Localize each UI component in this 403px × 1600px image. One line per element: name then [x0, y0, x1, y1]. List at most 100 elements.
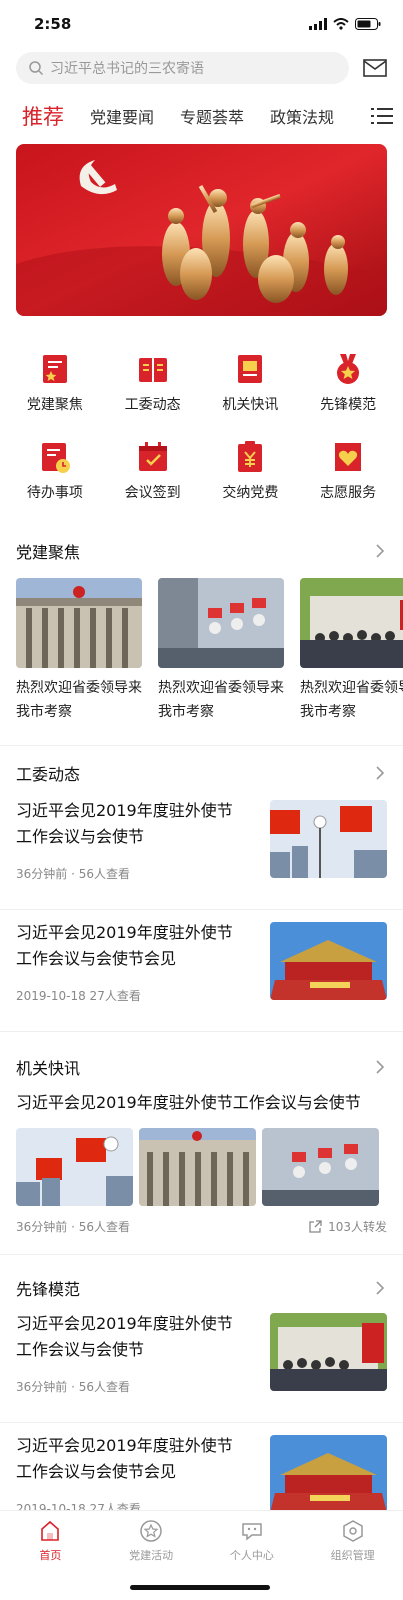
medal-icon — [337, 354, 360, 384]
news-title: 习近平会见2019年度驻外使节工作会议与会使节 — [16, 1314, 233, 1359]
tab-topics[interactable]: 专题荟萃 — [180, 104, 244, 128]
tab-home[interactable]: 首页 — [0, 1519, 101, 1567]
tab-policies[interactable]: 政策法规 — [270, 104, 334, 128]
grid-item-book[interactable]: 工委动态 — [104, 352, 202, 414]
section-title: 工委动态 — [16, 765, 81, 784]
section-express: 机关快讯 习近平会见2019年度驻外使节工作会议与会使节 36分钟前 · 56人… — [0, 1052, 403, 1235]
focus-carousel[interactable]: 热烈欢迎省委领导来我市考察 热烈欢迎省委领导来我市考察 热烈欢迎省委领导来我市考… — [0, 578, 403, 724]
share-count: 103人转发 — [328, 1220, 387, 1234]
card-image — [158, 578, 284, 668]
status-icons — [309, 18, 381, 30]
category-tabs: 推荐 党建要闻 专题荟萃 政策法规 — [0, 88, 403, 144]
heart-flag-icon — [335, 443, 362, 471]
news-item[interactable]: 习近平会见2019年度驻外使节工作会议与会使节会见 2019-10-18 27人… — [0, 920, 403, 1032]
section-pioneer: 先锋模范 习近平会见2019年度驻外使节工作会议与会使节 36分钟前 · 56人… — [0, 1273, 403, 1545]
tab-label: 个人中心 — [229, 1549, 274, 1562]
news-item[interactable]: 习近平会见2019年度驻外使节工作会议与会使节 36分钟前 · 56人查看 — [0, 1311, 403, 1423]
banner-image — [16, 144, 387, 316]
news-icon — [238, 355, 263, 383]
card-image — [300, 578, 403, 668]
tab-personal-center[interactable]: 个人中心 — [202, 1519, 303, 1567]
yuan-icon — [238, 441, 263, 472]
section-title: 党建聚焦 — [16, 543, 81, 562]
grid-item-label: 交纳党费 — [222, 485, 279, 501]
news-meta-row: 36分钟前 · 56人查看 103人转发 — [0, 1218, 403, 1235]
grid-item-news[interactable]: 机关快讯 — [202, 352, 300, 414]
grid-item-medal[interactable]: 先锋模范 — [299, 352, 397, 414]
focus-card[interactable]: 热烈欢迎省委领导来我市考察 — [158, 578, 284, 724]
news-thumbnail — [270, 1435, 387, 1513]
home-indicator — [130, 1585, 270, 1590]
news-image-row — [0, 1128, 403, 1206]
news-item[interactable]: 习近平会见2019年度驻外使节工作会议与会使节 36分钟前 · 56人查看 — [0, 798, 403, 910]
wifi-icon — [333, 18, 349, 30]
section-header-express[interactable]: 机关快讯 — [0, 1052, 403, 1082]
news-meta: 36分钟前 · 56人查看 — [16, 1380, 130, 1394]
hexagon-icon — [342, 1520, 363, 1542]
news-title: 习近平会见2019年度驻外使节工作会议与会使节会见 — [16, 1436, 233, 1481]
chevron-right-icon — [376, 1281, 385, 1295]
grid-item-yuan[interactable]: 交纳党费 — [202, 440, 300, 502]
tab-label: 党建活动 — [129, 1549, 174, 1562]
news-thumbnail — [270, 800, 387, 878]
news-meta: 36分钟前 · 56人查看 — [16, 867, 130, 881]
grid-item-document-star[interactable]: 党建聚焦 — [6, 352, 104, 414]
news-image — [139, 1128, 256, 1206]
chat-face-icon — [242, 1523, 262, 1541]
bottom-tab-bar: 首页 党建活动 个人中心 组织管理 — [0, 1510, 403, 1600]
share-button[interactable]: 103人转发 — [308, 1218, 387, 1235]
section-header-pioneer[interactable]: 先锋模范 — [0, 1273, 403, 1303]
section-title: 先锋模范 — [16, 1280, 81, 1299]
news-title: 习近平会见2019年度驻外使节工作会议与会使节会见 — [16, 923, 233, 968]
news-title: 习近平会见2019年度驻外使节工作会议与会使节 — [16, 1093, 361, 1112]
tab-recommend[interactable]: 推荐 — [22, 101, 64, 131]
section-header-dynamics[interactable]: 工委动态 — [0, 758, 403, 788]
signal-icon — [309, 18, 327, 30]
status-bar: 2:58 — [0, 0, 403, 48]
news-item-multi-image[interactable]: 习近平会见2019年度驻外使节工作会议与会使节 36分钟前 · 56人查看 10… — [0, 1090, 403, 1235]
status-time: 2:58 — [34, 15, 72, 33]
home-icon — [41, 1520, 60, 1541]
todo-icon — [41, 443, 70, 473]
tab-label: 组织管理 — [330, 1549, 375, 1562]
menu-icon[interactable] — [371, 107, 393, 125]
chevron-right-icon — [376, 766, 385, 780]
grid-item-label: 党建聚焦 — [26, 397, 83, 413]
grid-item-todo[interactable]: 待办事项 — [6, 440, 104, 502]
tab-org-management[interactable]: 组织管理 — [302, 1519, 403, 1567]
focus-card[interactable]: 热烈欢迎省委领导来我市考察 — [16, 578, 142, 724]
section-title: 机关快讯 — [16, 1059, 81, 1078]
card-caption: 热烈欢迎省委领导来我市考察 — [158, 680, 284, 720]
grid-item-label: 会议签到 — [124, 485, 181, 501]
news-meta: 36分钟前 · 56人查看 — [16, 1220, 130, 1234]
mail-icon[interactable] — [363, 59, 387, 77]
grid-item-heart-flag[interactable]: 志愿服务 — [299, 440, 397, 502]
news-image — [262, 1128, 379, 1206]
grid-item-label: 志愿服务 — [320, 485, 377, 501]
search-input[interactable]: 习近平总书记的三农寄语 — [16, 52, 349, 84]
news-thumbnail — [270, 922, 387, 1000]
news-thumbnail — [270, 1313, 387, 1391]
star-circle-icon — [140, 1520, 162, 1542]
hero-banner[interactable] — [16, 144, 387, 316]
section-header-focus[interactable]: 党建聚焦 — [0, 536, 403, 566]
share-icon — [309, 1219, 322, 1233]
card-caption: 热烈欢迎省委领导来我市考察 — [300, 680, 403, 720]
news-image — [16, 1128, 133, 1206]
section-dynamics: 工委动态 习近平会见2019年度驻外使节工作会议与会使节 36分钟前 · 56人… — [0, 758, 403, 1032]
search-icon — [29, 61, 44, 76]
section-focus: 党建聚焦 热烈欢迎省委领导来我市考察 热烈欢迎省委领导来我市考察 热烈欢迎省委领… — [0, 536, 403, 724]
tab-label: 首页 — [39, 1549, 62, 1562]
tab-party-activities[interactable]: 党建活动 — [101, 1519, 202, 1567]
grid-item-label: 先锋模范 — [320, 397, 377, 413]
focus-card[interactable]: 热烈欢迎省委领导来我市考察 — [300, 578, 403, 724]
chevron-right-icon — [376, 1060, 385, 1074]
document-star-icon — [42, 355, 67, 383]
tab-party-news[interactable]: 党建要闻 — [90, 104, 154, 128]
grid-item-calendar-check[interactable]: 会议签到 — [104, 440, 202, 502]
function-grid: 党建聚焦 工委动态 机关快讯 先锋模范待办事项 会议签到 交纳党费 志愿服务 — [0, 352, 403, 502]
grid-item-label: 机关快讯 — [222, 397, 279, 413]
card-image — [16, 578, 142, 668]
news-meta: 2019-10-18 27人查看 — [16, 989, 141, 1003]
grid-item-label: 待办事项 — [26, 485, 83, 501]
